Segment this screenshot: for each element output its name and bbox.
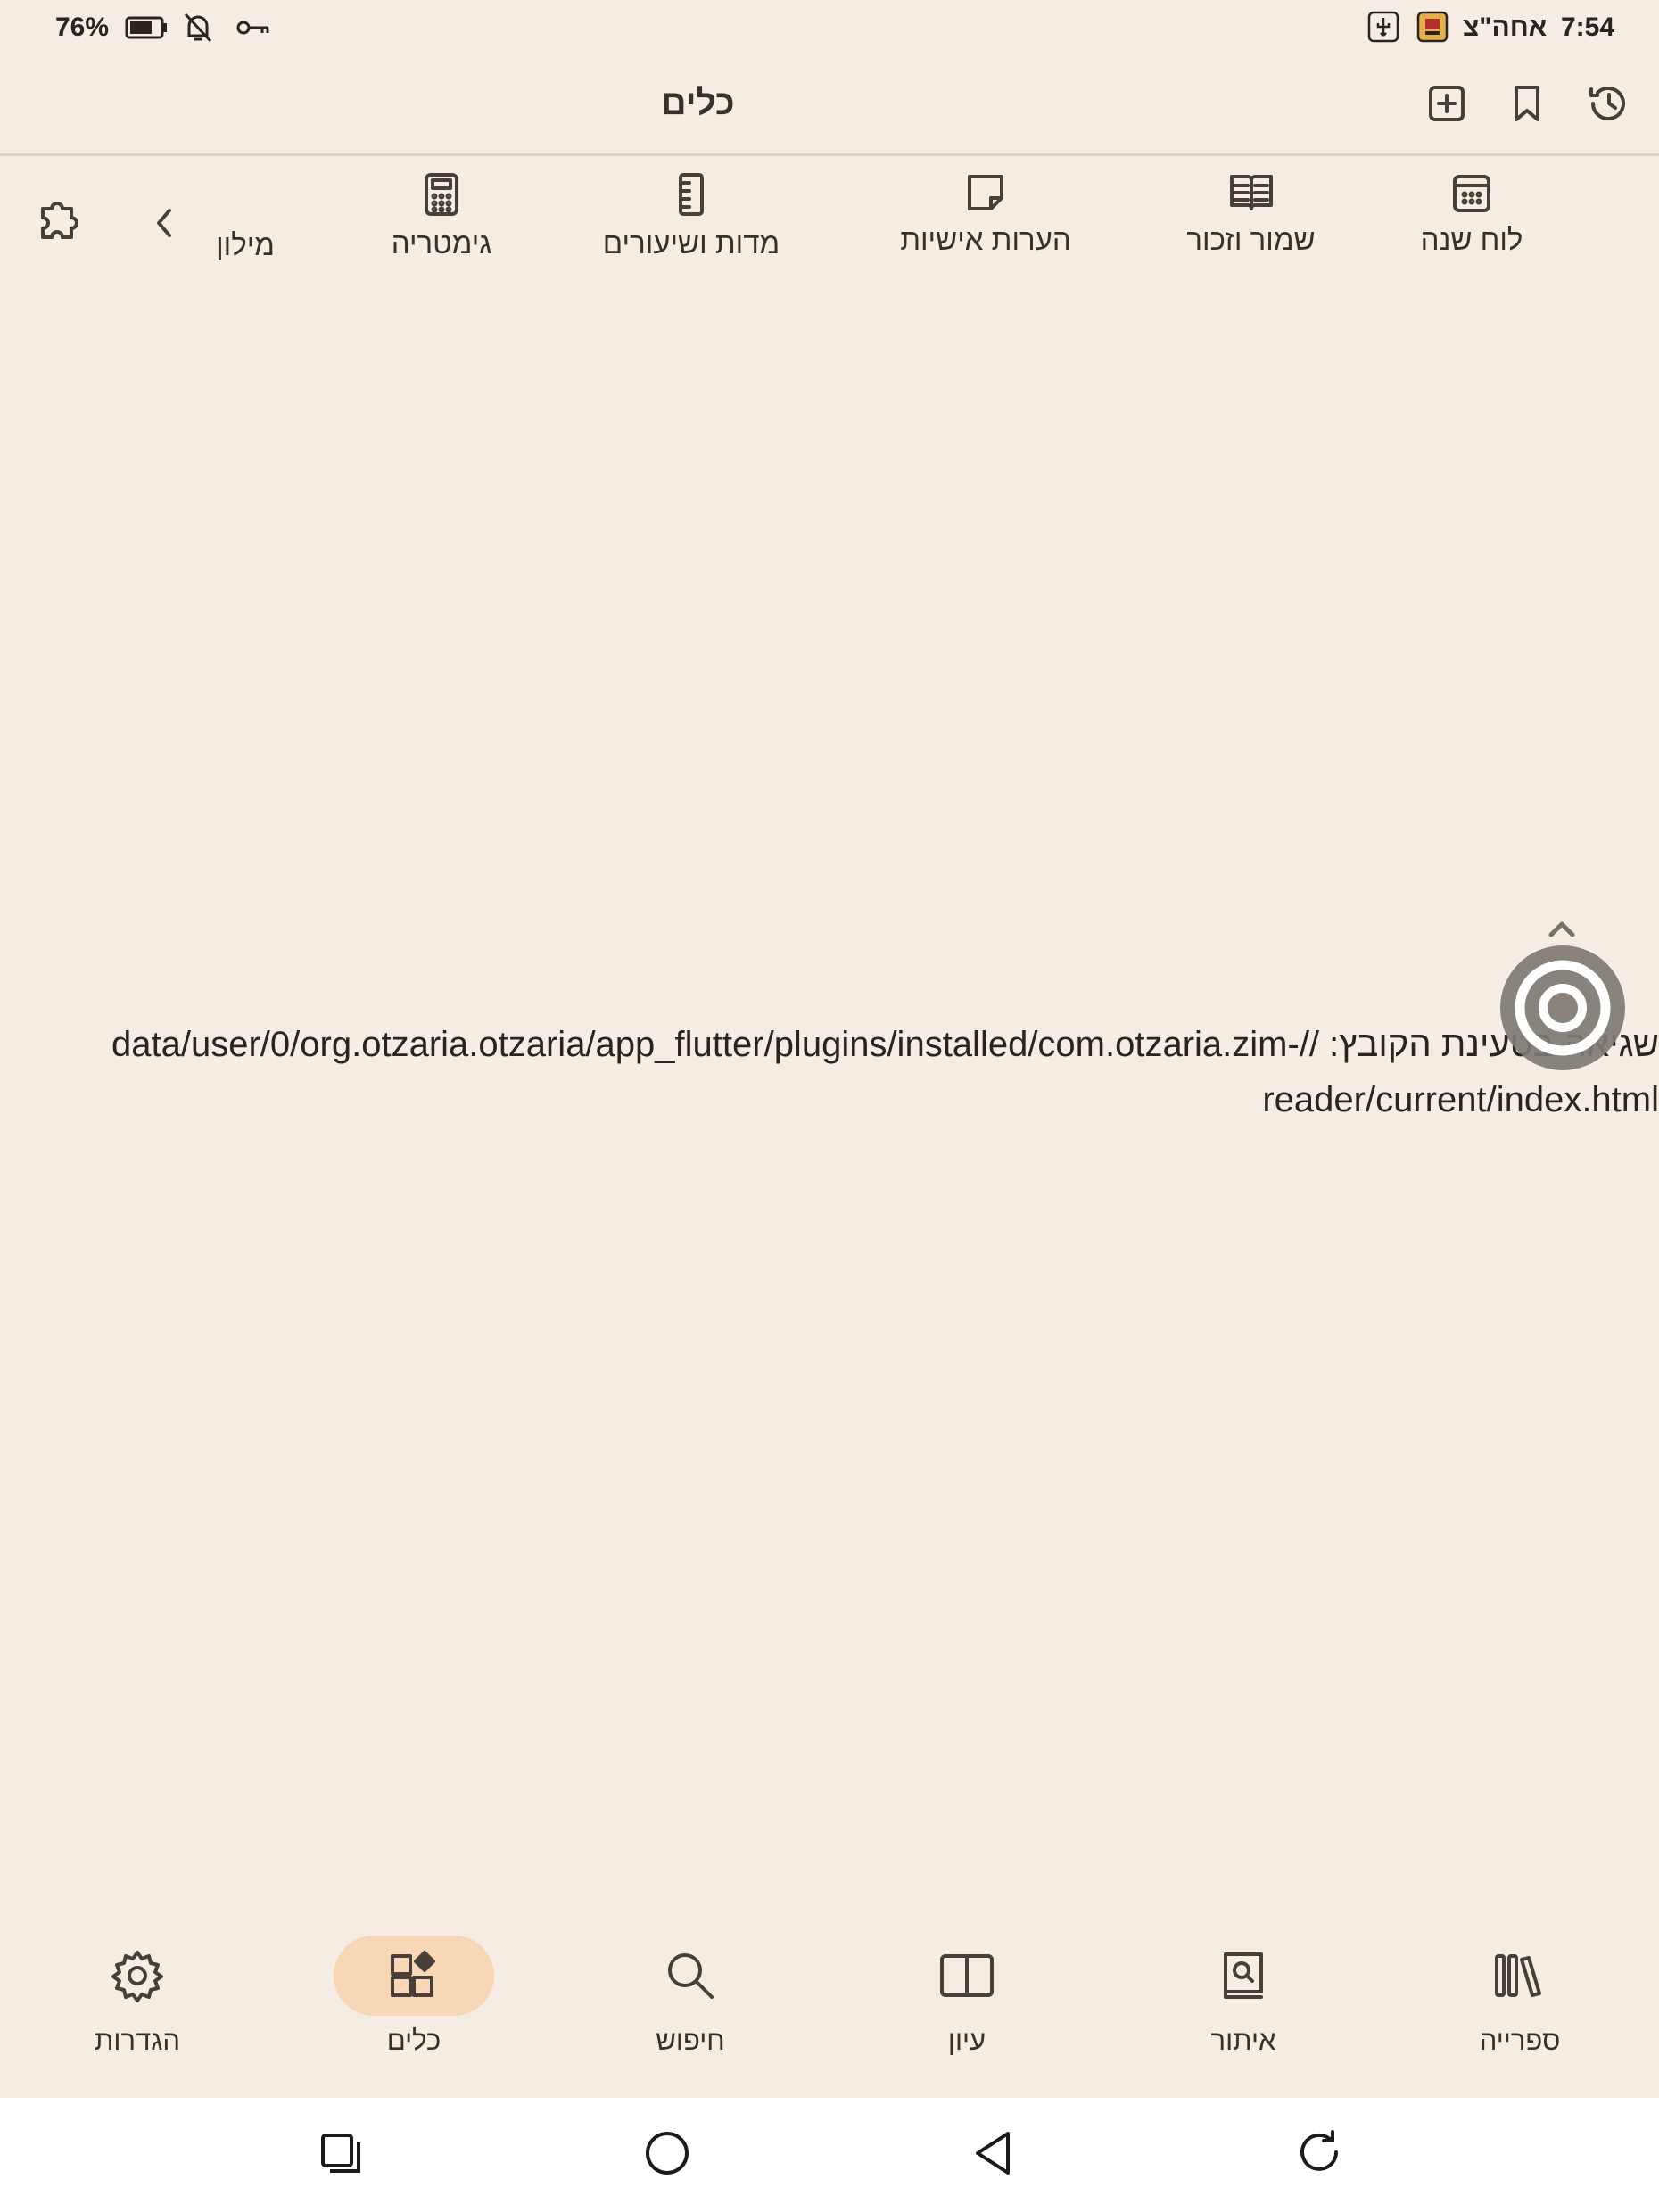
sticky-note-icon [968,175,1003,210]
page-title: כלים [661,84,735,122]
book-open-icon [1229,175,1273,210]
gear-icon [111,1951,163,2002]
bottom-navigation [0,1909,1659,2098]
status-time: 7:54 [1561,12,1615,42]
find-book-icon [1224,1952,1263,1999]
active-indicator [334,1936,494,2016]
tool-personal-notes[interactable]: הערות אישיות [883,171,1088,257]
tool-shamor-vezachor[interactable]: שמור וזכור [1160,171,1342,257]
bell-off-icon [182,11,214,45]
nav-label: חיפוש [656,2025,725,2056]
chevron-up-icon [1548,919,1576,938]
target-icon [1500,945,1625,1070]
status-date: אחה"צ [1463,12,1548,42]
ruler-icon [679,173,704,216]
tool-calendar[interactable]: לוח שנה [1391,171,1552,257]
app-bar: כלים [0,57,1659,156]
nav-tools[interactable]: כלים [307,1936,521,2057]
battery-percent: 76% [55,12,110,42]
system-navigation-bar [0,2098,1659,2212]
nav-label: ספרייה [1479,2025,1561,2056]
back-icon[interactable] [972,2130,1013,2176]
usb-icon [1367,11,1399,43]
tool-label: לוח שנה [1420,223,1523,256]
tool-label: הערות אישיות [900,223,1071,256]
open-book-icon [940,1954,994,1997]
floating-target-button[interactable] [1498,944,1627,1072]
tool-measures[interactable]: מדות ושיעורים [589,171,794,260]
nav-label: עיון [947,2025,986,2056]
tool-label: מילון [216,228,275,261]
search-icon [668,1953,714,1999]
nav-label: הגדרות [95,2025,180,2056]
nav-search[interactable]: חיפוש [583,1936,797,2057]
recents-icon[interactable] [319,2132,362,2176]
library-icon [1495,1954,1541,1997]
tool-label: גימטריה [391,227,492,260]
tool-label: מדות ושיעורים [602,227,780,260]
rotate-icon[interactable] [1295,2128,1343,2176]
app-notification-icon [1416,11,1449,43]
calendar-icon [1453,175,1490,212]
nav-settings[interactable]: הגדרות [30,1936,244,2057]
nav-label: איתור [1210,2025,1276,2056]
status-bar: 76% אחה"צ 7:54 [0,0,1659,57]
error-message: שגיאה בטעינת הקובץ: //data/user/0/org.ot… [111,1025,1659,1119]
tool-label: שמור וזכור [1186,223,1316,256]
key-icon [235,16,271,39]
history-icon[interactable] [1588,84,1629,123]
chevron-left-icon[interactable] [150,205,178,241]
home-icon[interactable] [644,2130,690,2176]
add-tab-icon[interactable] [1427,84,1466,123]
tools-icon [391,1951,435,1997]
battery-icon [125,15,169,40]
puzzle-icon[interactable] [34,196,86,250]
nav-find[interactable]: איתור [1136,1936,1350,2057]
calculator-icon [425,173,458,216]
nav-library[interactable]: ספרייה [1413,1936,1627,2057]
tool-gematria[interactable]: גימטריה [375,171,508,260]
bookmark-icon[interactable] [1509,84,1545,123]
nav-label: כלים [386,2025,442,2056]
tool-dictionary[interactable]: מילון [196,228,294,262]
nav-study[interactable]: עיון [860,1936,1074,2057]
